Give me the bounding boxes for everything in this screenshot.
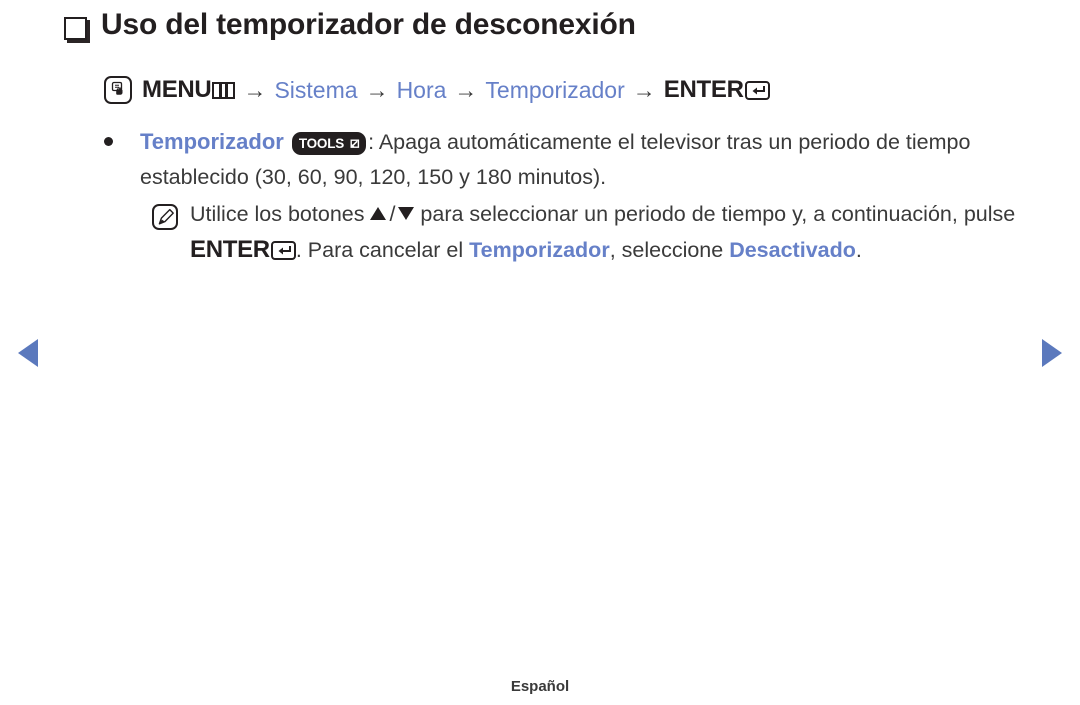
triangle-up-icon xyxy=(370,207,387,220)
triangle-right-icon[interactable] xyxy=(1042,339,1062,367)
triangle-down-icon xyxy=(398,207,415,220)
footer-language: Español xyxy=(510,678,570,695)
enter-return-icon xyxy=(744,80,770,100)
enter-return-icon xyxy=(270,241,296,260)
note-enter-label: ENTER xyxy=(190,236,270,263)
pencil-note-icon xyxy=(152,204,178,230)
hand-press-icon xyxy=(104,76,132,104)
content-body: Temporizador TOOLS : Apaga automáticamen… xyxy=(104,124,1024,268)
menu-path-step-temporizador: Temporizador xyxy=(485,76,625,103)
arrow-separator: / xyxy=(389,202,396,226)
page-heading: Uso del temporizador de desconexión xyxy=(64,8,636,42)
note-text-part5: . xyxy=(855,238,862,262)
note-text-part1: Utilice los botones xyxy=(190,202,371,226)
note-highlight-temporizador: Temporizador xyxy=(469,238,610,262)
menu-path-step-hora: Hora xyxy=(396,76,447,103)
tools-badge: TOOLS xyxy=(291,132,367,156)
bullet-item-temporizador: Temporizador TOOLS : Apaga automáticamen… xyxy=(104,124,1024,195)
note-item: Utilice los botones / para seleccionar u… xyxy=(152,197,1024,268)
tools-badge-label: TOOLS xyxy=(298,136,345,151)
note-text-part3: . Para cancelar el xyxy=(295,238,470,262)
triangle-left-icon[interactable] xyxy=(18,339,38,367)
tools-arrow-icon xyxy=(347,137,360,150)
bullet-paragraph: Temporizador TOOLS : Apaga automáticamen… xyxy=(140,124,1024,195)
path-arrow-4: → xyxy=(632,76,656,103)
enter-button-label: ENTER xyxy=(663,76,744,103)
path-arrow-3: → xyxy=(454,76,478,103)
term-temporizador: Temporizador xyxy=(140,129,284,154)
note-text-part2: para seleccionar un periodo de tiempo y,… xyxy=(414,202,1016,226)
note-paragraph: Utilice los botones / para seleccionar u… xyxy=(190,197,1024,268)
menu-path-step-sistema: Sistema xyxy=(274,76,358,103)
path-arrow-2: → xyxy=(365,76,389,103)
path-arrow-1: → xyxy=(243,76,267,103)
menu-bars-icon xyxy=(212,81,236,99)
bullet-dot-icon xyxy=(104,137,113,146)
page-title: Uso del temporizador de desconexión xyxy=(101,8,636,41)
menu-button-label: MENU xyxy=(142,76,212,103)
note-highlight-desactivado: Desactivado xyxy=(729,238,856,262)
menu-path-breadcrumb: MENU → Sistema → Hora → Temporizador → E… xyxy=(104,76,770,104)
note-text-part4: , seleccione xyxy=(609,238,730,262)
hollow-square-icon xyxy=(64,16,87,40)
